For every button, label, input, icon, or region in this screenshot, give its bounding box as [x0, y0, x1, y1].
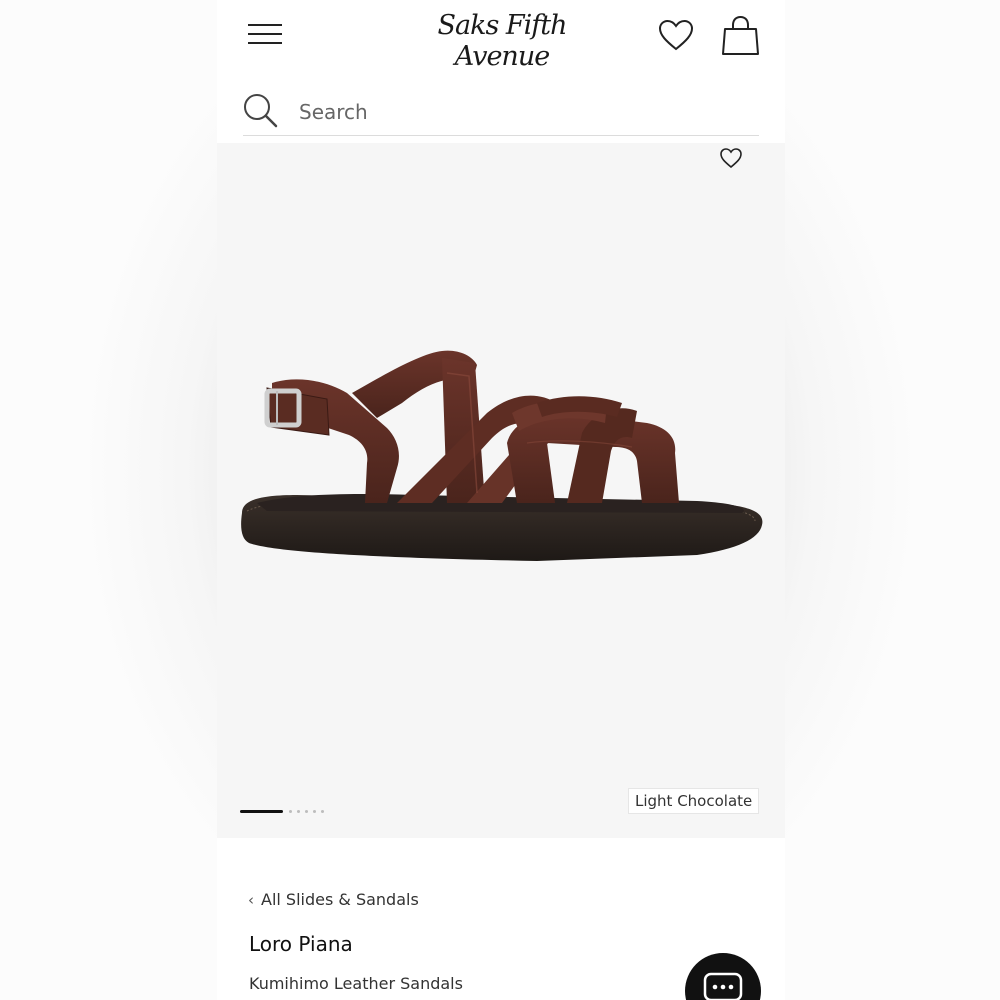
search-icon[interactable]	[243, 93, 279, 129]
product-brand[interactable]: Loro Piana	[249, 932, 353, 956]
store-logo[interactable]: Saks Fifth Avenue	[392, 10, 612, 72]
pager-dot[interactable]	[321, 810, 324, 813]
product-name: Kumihimo Leather Sandals	[249, 974, 463, 993]
pager-dot[interactable]	[297, 810, 300, 813]
product-page: Saks Fifth Avenue Search Light Chocolate…	[217, 0, 785, 1000]
search-bar	[243, 88, 759, 136]
menu-icon[interactable]	[248, 22, 284, 46]
color-label: Light Chocolate	[628, 788, 760, 814]
heart-icon[interactable]	[658, 18, 694, 54]
pager-dot[interactable]	[313, 810, 316, 813]
product-image-gallery[interactable]: Light Chocolate	[217, 143, 785, 838]
product-info: ‹ All Slides & Sandals Loro Piana Kumihim…	[217, 838, 785, 1000]
chat-bubble-icon	[703, 972, 743, 1000]
chat-button[interactable]	[685, 953, 761, 1000]
add-to-wishlist-heart-icon[interactable]	[719, 146, 743, 170]
top-header: Saks Fifth Avenue	[217, 0, 785, 72]
pager-active-indicator[interactable]	[240, 810, 283, 813]
pager-dot[interactable]	[289, 810, 292, 813]
breadcrumb-back-link[interactable]: ‹ All Slides & Sandals	[248, 890, 419, 909]
search-input[interactable]	[297, 96, 741, 128]
breadcrumb-label: All Slides & Sandals	[261, 890, 419, 909]
shopping-bag-icon[interactable]	[721, 15, 761, 57]
product-image-sandal	[237, 343, 767, 583]
pager-dot[interactable]	[305, 810, 308, 813]
chevron-left-icon: ‹	[248, 891, 254, 909]
